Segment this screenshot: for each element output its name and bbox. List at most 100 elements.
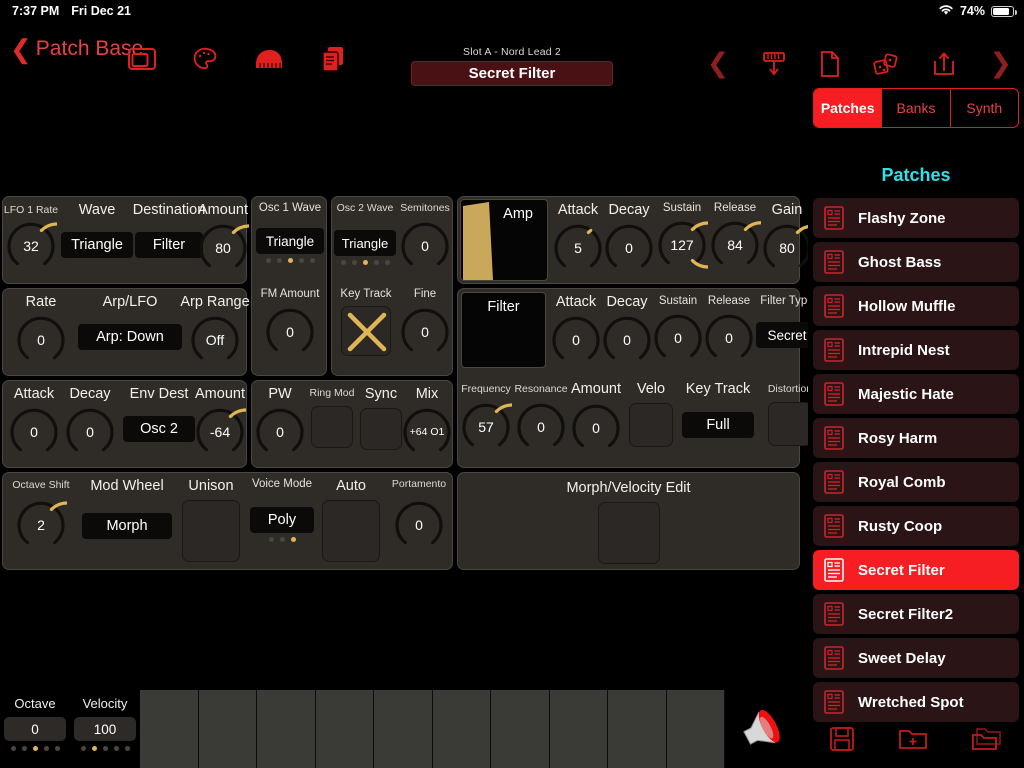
control-filter-amount[interactable]: Amount 0 <box>568 381 624 454</box>
piano-key[interactable] <box>198 690 257 768</box>
tab-banks[interactable]: Banks <box>882 89 951 127</box>
patch-list-item[interactable]: Sweet Delay <box>813 638 1019 678</box>
value[interactable]: Osc 2 <box>123 416 195 442</box>
key-track-toggle[interactable] <box>341 306 391 356</box>
control-arp-range[interactable]: Arp Range Off <box>180 294 250 366</box>
control-osc1-fm-amount[interactable]: FM Amount 0 <box>261 288 319 358</box>
knob[interactable]: 0 <box>601 314 653 366</box>
sync-toggle[interactable] <box>360 408 402 450</box>
control-voice-mode[interactable]: Voice Mode Poly <box>243 478 321 542</box>
patch-list-item[interactable]: Hollow Muffle <box>813 286 1019 326</box>
value[interactable]: Triangle <box>334 230 396 256</box>
piano-keys[interactable] <box>140 690 725 768</box>
control-osc2-semitones[interactable]: Semitones 0 <box>398 202 452 272</box>
piano-key[interactable] <box>257 690 316 768</box>
control-modenv-decay[interactable]: Decay 0 <box>64 386 116 458</box>
knob[interactable]: -64 <box>194 406 246 458</box>
patch-list-item[interactable]: Royal Comb <box>813 462 1019 502</box>
knob[interactable]: 0 <box>603 222 655 274</box>
knob[interactable]: 0 <box>703 312 755 364</box>
piano-key[interactable] <box>666 690 725 768</box>
control-octave-shift[interactable]: Octave Shift 2 <box>5 479 77 551</box>
piano-icon[interactable] <box>254 47 284 71</box>
control-osc2-fine[interactable]: Fine 0 <box>398 288 452 358</box>
value[interactable]: Triangle <box>256 228 324 254</box>
amp-env-display[interactable]: Amp <box>460 199 548 281</box>
export-icon[interactable] <box>931 51 957 77</box>
velo-toggle[interactable] <box>629 403 673 447</box>
patch-list-item[interactable]: Majestic Hate <box>813 374 1019 414</box>
knob[interactable]: 0 <box>550 314 602 366</box>
value[interactable]: Filter <box>135 232 203 258</box>
control-ring-mod[interactable]: Ring Mod <box>307 387 357 448</box>
current-patch-name[interactable]: Secret Filter <box>411 61 613 86</box>
distortion-toggle[interactable] <box>768 402 812 446</box>
tab-patches[interactable]: Patches <box>814 89 883 127</box>
value[interactable]: 0 <box>4 717 66 741</box>
knob[interactable]: 80 <box>197 222 249 274</box>
control-arp-rate[interactable]: Rate 0 <box>15 294 67 366</box>
knob[interactable]: 84 <box>709 219 761 271</box>
control-modenv-env-dest[interactable]: Env Dest Osc 2 <box>120 386 198 442</box>
control-filterenv-sustain[interactable]: Sustain 0 <box>650 295 706 364</box>
documents-icon[interactable] <box>321 46 345 72</box>
new-file-icon[interactable] <box>819 50 841 77</box>
palette-icon[interactable] <box>193 47 217 71</box>
control-osc1-wave[interactable]: Osc 1 Wave Triangle <box>252 202 328 263</box>
value[interactable]: Full <box>682 412 754 438</box>
auto-toggle[interactable] <box>322 500 380 562</box>
back-button[interactable]: ❮ Patch Base <box>10 36 143 62</box>
control-pw[interactable]: PW 0 <box>254 386 306 458</box>
value[interactable]: Poly <box>250 507 314 533</box>
tab-synth[interactable]: Synth <box>951 89 1018 127</box>
knob[interactable]: 32 <box>5 220 57 272</box>
piano-key[interactable] <box>608 690 667 768</box>
knob[interactable]: 0 <box>399 306 451 358</box>
value[interactable]: 100 <box>74 717 136 741</box>
control-mix[interactable]: Mix +64 O1 <box>401 386 453 458</box>
morph-velocity-pad[interactable] <box>598 502 660 564</box>
patch-list-item[interactable]: Ghost Bass <box>813 242 1019 282</box>
knob[interactable]: 0 <box>393 499 445 551</box>
knob[interactable]: Off <box>189 314 241 366</box>
control-filter-key-track[interactable]: Key Track Full <box>675 381 761 438</box>
control-mod-wheel[interactable]: Mod Wheel Morph <box>79 478 175 539</box>
control-amp-release[interactable]: Release 84 <box>707 202 763 271</box>
knob[interactable]: 0 <box>15 314 67 366</box>
knob[interactable]: 0 <box>64 406 116 458</box>
copy-folder-icon[interactable] <box>971 726 1003 752</box>
control-filter-resonance[interactable]: Resonance 0 <box>513 383 569 453</box>
prev-patch-button[interactable]: ❮ <box>707 50 730 77</box>
control-portamento[interactable]: Portamento 0 <box>385 478 453 551</box>
control-filterenv-release[interactable]: Release 0 <box>701 295 757 364</box>
piano-key[interactable] <box>491 690 550 768</box>
knob[interactable]: 57 <box>460 401 512 453</box>
control-amp-gain[interactable]: Gain 80 <box>761 202 813 274</box>
control-filterenv-attack[interactable]: Attack 0 <box>550 294 602 366</box>
patch-list-item[interactable]: Secret Filter2 <box>813 594 1019 634</box>
value[interactable]: Morph <box>82 513 172 539</box>
control-octave[interactable]: Octave 0 <box>0 690 70 768</box>
control-velocity[interactable]: Velocity 100 <box>70 690 140 768</box>
control-lfo1-amount[interactable]: Amount 80 <box>197 202 249 274</box>
control-filter-frequency[interactable]: Frequency 57 <box>458 383 514 453</box>
knob[interactable]: 0 <box>570 402 622 454</box>
knob[interactable]: 0 <box>8 406 60 458</box>
control-modenv-attack[interactable]: Attack 0 <box>8 386 60 458</box>
piano-key[interactable] <box>432 690 491 768</box>
unison-toggle[interactable] <box>182 500 240 562</box>
filter-env-display[interactable]: Filter <box>461 292 546 368</box>
knob[interactable]: 0 <box>652 312 704 364</box>
control-filter-velo[interactable]: Velo <box>625 381 677 447</box>
control-unison[interactable]: Unison <box>179 478 243 562</box>
knob[interactable]: 127 <box>656 219 708 271</box>
control-amp-sustain[interactable]: Sustain 127 <box>654 202 710 271</box>
control-filterenv-decay[interactable]: Decay 0 <box>601 294 653 366</box>
patch-list-item[interactable]: Flashy Zone <box>813 198 1019 238</box>
value[interactable]: Triangle <box>61 232 133 258</box>
speaker-icon[interactable] <box>725 690 802 768</box>
sidebar-tabs[interactable]: Patches Banks Synth <box>813 88 1019 128</box>
control-lfo1-wave[interactable]: Wave Triangle <box>59 202 135 258</box>
send-to-synth-icon[interactable] <box>761 51 787 77</box>
control-amp-decay[interactable]: Decay 0 <box>603 202 655 274</box>
